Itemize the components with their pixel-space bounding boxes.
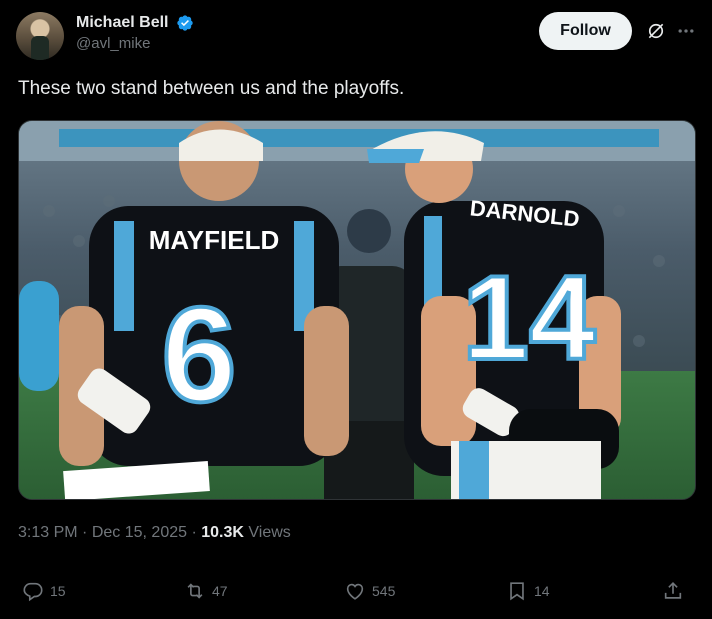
jersey-right-number: 14 (462, 251, 596, 385)
retweet-count: 47 (212, 583, 228, 599)
share-icon (664, 582, 682, 599)
reply-icon (23, 582, 43, 602)
tweet-time[interactable]: 3:13 PM (18, 524, 78, 541)
meta-separator: · (82, 524, 88, 541)
tweet-date[interactable]: Dec 15, 2025 (92, 524, 187, 541)
like-count: 545 (372, 583, 396, 599)
share-button[interactable] (662, 580, 690, 602)
reply-count: 15 (50, 583, 66, 599)
tweet-header: Michael Bell @avl_mike Follow (16, 12, 696, 60)
author-display-name[interactable]: Michael Bell (76, 14, 168, 32)
reply-button[interactable]: 15 (22, 580, 66, 602)
tweet-meta: 3:13 PM · Dec 15, 2025 · 10.3K Views (18, 524, 291, 542)
bookmark-count: 14 (534, 583, 550, 599)
jersey-left-number: 6 (161, 279, 236, 430)
retweet-icon (187, 583, 203, 599)
views-label: Views (248, 524, 291, 541)
views-count: 10.3K (201, 524, 244, 541)
avatar[interactable] (16, 12, 64, 60)
tweet-photo[interactable]: MAYFIELD 6 DARNOLD 14 (18, 120, 696, 500)
tweet-text: These two stand between us and the playo… (18, 78, 405, 99)
grok-icon[interactable] (646, 21, 666, 41)
action-bar: 15 47 545 14 (22, 580, 690, 608)
verified-badge-icon (177, 15, 193, 31)
jersey-left-name: MAYFIELD (149, 225, 280, 255)
photo-illustration: MAYFIELD 6 DARNOLD 14 (19, 121, 695, 499)
author-handle[interactable]: @avl_mike (76, 35, 194, 52)
bookmark-icon (510, 582, 524, 601)
heart-icon (346, 583, 364, 600)
follow-button[interactable]: Follow (539, 12, 632, 50)
author-names: Michael Bell @avl_mike (76, 14, 194, 52)
like-button[interactable]: 545 (344, 580, 395, 602)
more-icon[interactable] (676, 21, 696, 41)
meta-separator: · (191, 524, 197, 541)
bookmark-button[interactable]: 14 (506, 580, 550, 602)
retweet-button[interactable]: 47 (184, 580, 228, 602)
